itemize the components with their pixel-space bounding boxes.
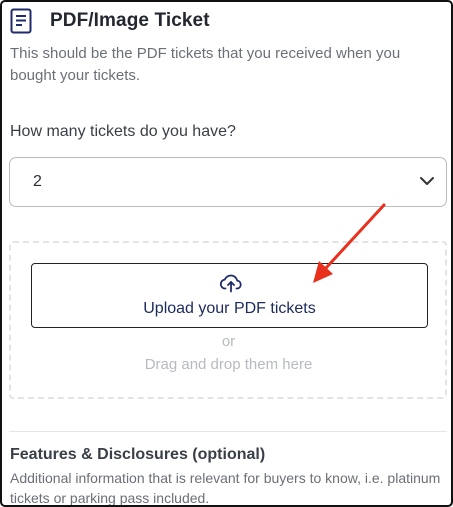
section-divider (9, 431, 447, 432)
section-subtitle: This should be the PDF tickets that you … (10, 45, 401, 84)
upload-pdf-button[interactable]: Upload your PDF tickets (31, 263, 428, 328)
section-title: PDF/Image Ticket (50, 10, 210, 31)
chevron-down-icon (420, 177, 434, 185)
ticket-count-select[interactable]: 2 (9, 157, 447, 207)
section-header: PDF/Image Ticket (10, 8, 210, 34)
features-description: Additional information that is relevant … (10, 470, 441, 506)
features-title: Features & Disclosures (optional) (10, 446, 266, 463)
drag-drop-hint: Drag and drop them here (144, 356, 313, 373)
cloud-upload-icon (219, 274, 242, 293)
ticket-upload-panel: PDF/Image Ticket This should be the PDF … (0, 0, 453, 507)
ticket-count-value: 2 (33, 173, 42, 190)
upload-button-label: Upload your PDF tickets (143, 300, 316, 317)
or-separator: or (221, 333, 236, 350)
document-icon (10, 8, 32, 34)
ticket-count-label: How many tickets do you have? (10, 123, 236, 140)
